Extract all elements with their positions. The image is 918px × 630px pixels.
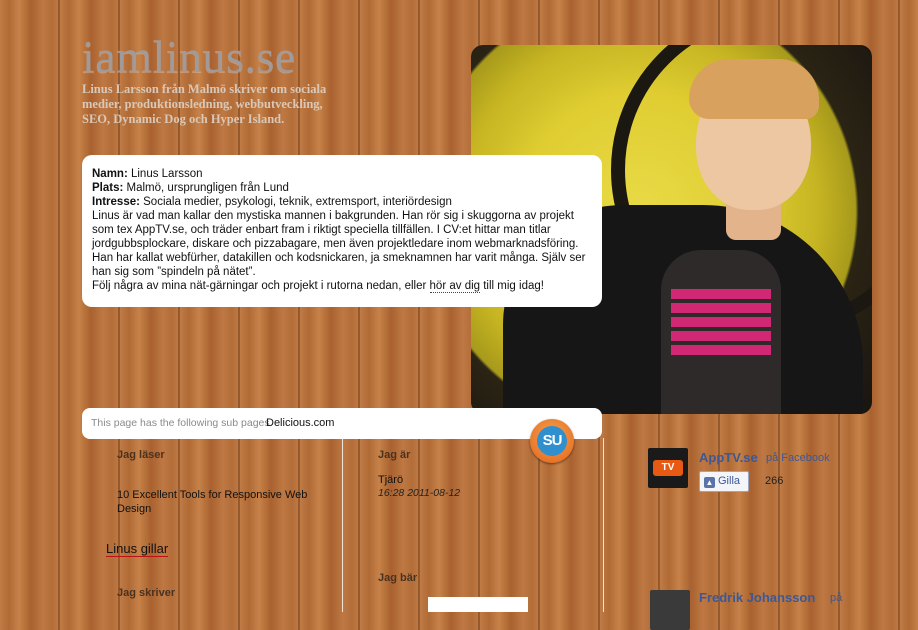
like-count: 266	[765, 475, 784, 487]
location-time: 16:28 2011-08-12	[378, 487, 461, 499]
apptv-on-facebook[interactable]: på Facebook	[766, 452, 830, 464]
fredrik-profile-link[interactable]: Fredrik Johansson	[699, 590, 815, 605]
column-divider	[342, 438, 343, 612]
reading-heading: Jag läser	[117, 449, 165, 461]
thumbs-up-icon: ▲	[704, 477, 715, 488]
facebook-like-button[interactable]: ▲ Gilla	[699, 471, 749, 492]
profile-interest-row: Intresse: Sociala medier, psykologi, tek…	[92, 196, 452, 208]
profile-follow: Följ några av mina nät-gärningar och pro…	[92, 280, 544, 293]
delicious-link[interactable]: Delicious.com	[266, 417, 334, 429]
subpages-bar: This page has the following sub pages. D…	[82, 408, 602, 439]
location-heading: Jag är	[378, 449, 411, 461]
writing-heading: Jag skriver	[117, 587, 176, 599]
profile-name-row: Namn: Linus Larsson	[92, 168, 203, 180]
fredrik-on-facebook: på	[830, 592, 843, 604]
column-divider	[603, 438, 604, 612]
reading-item-link[interactable]: 10 Excellent Tools for Responsive Web De…	[117, 488, 317, 516]
likes-heading: Linus gillar	[106, 541, 169, 557]
wearing-heading: Jag bär	[378, 572, 418, 584]
site-title[interactable]: iamlinus.se	[82, 30, 296, 83]
profile-place-row: Plats: Malmö, ursprungligen från Lund	[92, 182, 289, 194]
site-tagline: Linus Larsson från Malmö skriver om soci…	[82, 82, 327, 126]
contact-link[interactable]: hör av dig	[429, 280, 481, 293]
location-value: Tjärö	[378, 474, 404, 486]
apptv-page-link[interactable]: AppTV.se	[699, 450, 758, 465]
subpages-note: This page has the following sub pages.	[91, 417, 273, 429]
stumbleupon-icon[interactable]: SU	[530, 419, 574, 463]
profile-bio: Linus är vad man kallar den mystiska man…	[92, 210, 586, 278]
apptv-thumbnail[interactable]: TV	[648, 448, 688, 488]
wearing-image	[428, 597, 528, 612]
fredrik-avatar[interactable]	[650, 590, 690, 630]
profile-info-box: Namn: Linus Larsson Plats: Malmö, urspru…	[82, 155, 602, 307]
